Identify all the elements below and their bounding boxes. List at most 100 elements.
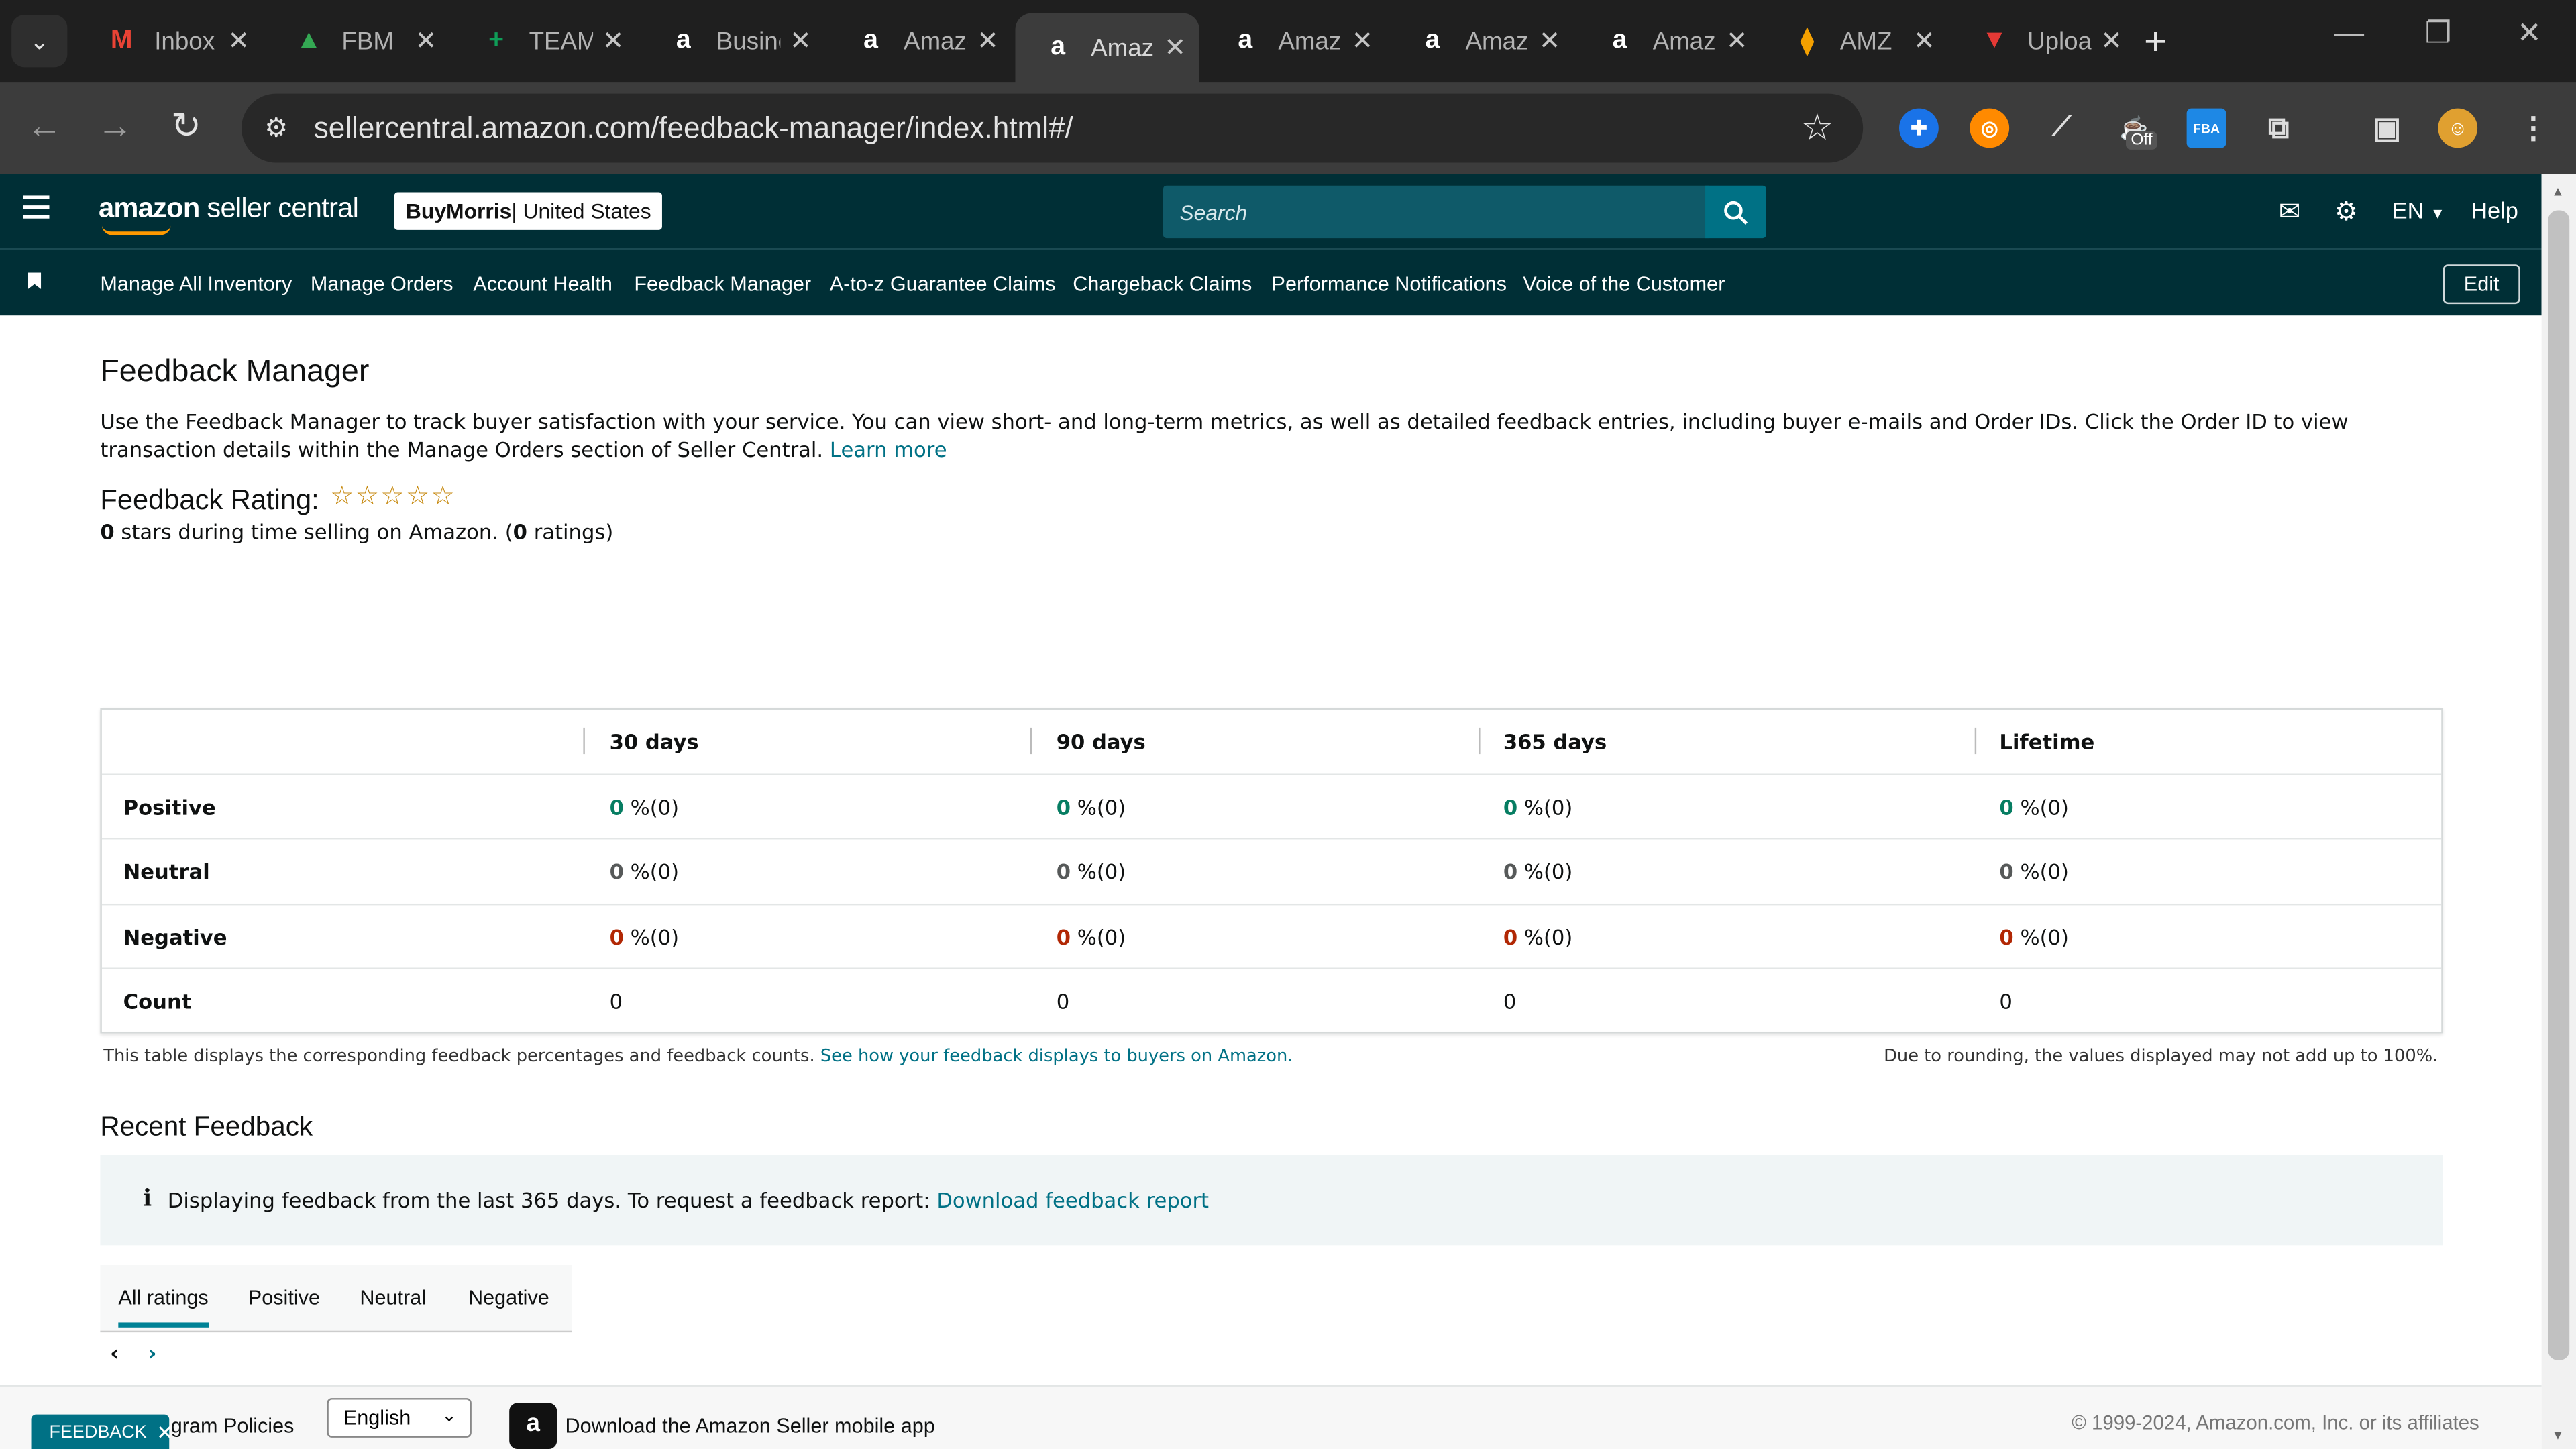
language-select[interactable]: English ⌄ xyxy=(327,1398,472,1438)
close-tab-icon[interactable]: ✕ xyxy=(1726,25,1748,58)
feedback-button[interactable]: FEEDBACK ✕ xyxy=(31,1414,173,1449)
store-switcher[interactable]: BuyMorris | United States xyxy=(394,192,663,230)
browser-tab[interactable]: ⧫ AMZ ✕ xyxy=(1764,13,1948,69)
feedback-display-link[interactable]: See how your feedback displays to buyers… xyxy=(820,1046,1293,1066)
amazon-icon: a xyxy=(1612,26,1627,54)
next-page-chevron-icon[interactable]: › xyxy=(148,1342,156,1367)
browser-tab[interactable]: a Business ✕ xyxy=(641,13,824,69)
scroll-down-icon[interactable]: ▼ xyxy=(2551,1428,2564,1442)
browser-tab[interactable]: a Amazon ✕ xyxy=(828,13,1012,69)
address-bar[interactable]: ⚙ sellercentral.amazon.com/feedback-mana… xyxy=(241,93,1864,163)
edit-nav-button[interactable]: Edit xyxy=(2443,264,2520,305)
browser-tab[interactable]: ▲ FBM ✕ xyxy=(266,13,450,69)
extension-plus-icon[interactable]: ✚ xyxy=(1899,108,1939,148)
tab-positive[interactable]: Positive xyxy=(248,1287,320,1309)
star-rating-icon: ☆☆☆☆☆ xyxy=(330,480,457,511)
close-tab-icon[interactable]: ✕ xyxy=(602,25,625,58)
download-app-link[interactable]: Download the Amazon Seller mobile app xyxy=(565,1415,934,1438)
nav-link[interactable]: Manage Orders xyxy=(311,273,453,296)
tab-all-ratings[interactable]: All ratings xyxy=(118,1287,209,1328)
table-cell: 0 %(0) xyxy=(610,924,680,949)
search-input[interactable]: Search xyxy=(1163,185,1709,239)
forward-icon[interactable]: → xyxy=(97,105,133,148)
help-link[interactable]: Help xyxy=(2471,197,2518,223)
browser-tab[interactable]: a Amazon ✕ xyxy=(1015,13,1199,83)
nav-link[interactable]: A-to-z Guarantee Claims xyxy=(830,273,1056,296)
download-feedback-report-link[interactable]: Download feedback report xyxy=(936,1188,1209,1213)
info-body: Displaying feedback from the last 365 da… xyxy=(167,1187,930,1213)
scrollbar-thumb[interactable] xyxy=(2548,210,2570,1360)
nav-link[interactable]: Chargeback Claims xyxy=(1073,273,1252,296)
info-text: Displaying feedback from the last 365 da… xyxy=(168,1188,1209,1213)
browser-tab[interactable]: a Amazon ✕ xyxy=(1390,13,1574,69)
cell-suffix: %(0) xyxy=(1071,924,1126,949)
nav-link[interactable]: Manage All Inventory xyxy=(100,273,292,296)
minimize-icon[interactable]: — xyxy=(2334,16,2364,50)
hamburger-menu-icon[interactable] xyxy=(23,195,50,219)
bookmark-icon[interactable] xyxy=(28,272,42,290)
store-name: BuyMorris xyxy=(405,199,512,224)
tab-search-chevron-icon[interactable]: ⌄ xyxy=(11,15,68,68)
reload-icon[interactable]: ↻ xyxy=(171,105,201,148)
settings-gear-icon[interactable]: ⚙ xyxy=(2334,195,2358,228)
nav-link[interactable]: Voice of the Customer xyxy=(1523,273,1725,296)
language-switcher[interactable]: EN ▼ xyxy=(2392,197,2445,223)
program-policies-link[interactable]: gram Policies xyxy=(171,1415,294,1438)
store-region: | United States xyxy=(511,199,651,224)
column-separator xyxy=(583,727,585,755)
row-label: Neutral xyxy=(123,859,210,885)
table-cell: 0 xyxy=(610,989,623,1014)
cell-value: 0 xyxy=(1999,795,2014,820)
site-settings-icon[interactable]: ⚙ xyxy=(264,112,301,145)
cell-value: 0 xyxy=(609,989,623,1014)
prev-page-chevron-icon[interactable]: ‹ xyxy=(110,1342,119,1367)
browser-tab[interactable]: ▼ Upload ✕ xyxy=(1951,13,2135,69)
browser-tab-label: Upload xyxy=(2027,27,2091,56)
language-label: EN xyxy=(2392,197,2424,224)
ratings-text: ratings) xyxy=(527,519,614,544)
extension-pen-icon[interactable]: ⟋ xyxy=(2042,109,2082,148)
language-select-value: English xyxy=(343,1406,411,1430)
cell-value: 0 xyxy=(1056,795,1071,820)
extensions-puzzle-icon[interactable]: ⧉ xyxy=(2259,109,2298,148)
amazon-icon: a xyxy=(1238,26,1253,54)
tab-negative[interactable]: Negative xyxy=(468,1287,549,1309)
tab-neutral[interactable]: Neutral xyxy=(360,1287,426,1309)
learn-more-link[interactable]: Learn more xyxy=(830,437,947,462)
restore-icon[interactable]: ❐ xyxy=(2425,16,2452,50)
extension-fba-icon[interactable]: FBA xyxy=(2186,108,2226,148)
close-tab-icon[interactable]: ✕ xyxy=(1913,25,1935,58)
amazon-seller-central-logo[interactable]: amazon seller central xyxy=(99,193,359,235)
close-tab-icon[interactable]: ✕ xyxy=(415,25,437,58)
browser-tab[interactable]: a Amazon ✕ xyxy=(1203,13,1387,69)
close-tab-icon[interactable]: ✕ xyxy=(1164,32,1186,64)
amazon-app-icon[interactable]: a xyxy=(509,1403,557,1449)
search-button[interactable] xyxy=(1705,185,1766,239)
browser-menu-icon[interactable]: ⋮ xyxy=(2514,109,2553,148)
nav-link[interactable]: Feedback Manager xyxy=(634,273,811,296)
nav-link[interactable]: Account Health xyxy=(473,273,612,296)
close-tab-icon[interactable]: ✕ xyxy=(790,25,812,58)
close-tab-icon[interactable]: ✕ xyxy=(1539,25,1561,58)
close-tab-icon[interactable]: ✕ xyxy=(227,25,250,58)
back-icon[interactable]: ← xyxy=(26,105,62,148)
browser-tab[interactable]: + TEAM ✕ xyxy=(453,13,637,69)
browser-tab[interactable]: M Inbox ✕ xyxy=(79,13,263,69)
cell-suffix: %(0) xyxy=(1517,795,1573,820)
scroll-up-icon[interactable]: ▲ xyxy=(2551,184,2564,199)
close-tab-icon[interactable]: ✕ xyxy=(977,25,999,58)
close-window-icon[interactable]: ✕ xyxy=(2517,16,2542,50)
nav-link[interactable]: Performance Notifications xyxy=(1272,273,1507,296)
mail-icon[interactable]: ✉ xyxy=(2279,195,2301,228)
browser-tab[interactable]: a Amazon ✕ xyxy=(1577,13,1761,69)
side-panel-icon[interactable]: ▣ xyxy=(2367,109,2407,148)
page-scrollbar[interactable]: ▲ ▼ xyxy=(2541,174,2576,1449)
page-footer: FEEDBACK ✕ gram Policies English ⌄ a Down… xyxy=(0,1385,2542,1449)
close-tab-icon[interactable]: ✕ xyxy=(2100,25,2123,58)
extension-circle-icon[interactable]: ◎ xyxy=(1970,108,2010,148)
bookmark-star-icon[interactable]: ☆ xyxy=(1801,107,1833,150)
close-tab-icon[interactable]: ✕ xyxy=(1352,25,1374,58)
new-tab-plus-icon[interactable]: + xyxy=(2144,19,2167,66)
browser-tab-label: Amazon xyxy=(1652,27,1717,56)
profile-avatar[interactable]: ☺ xyxy=(2438,108,2478,148)
